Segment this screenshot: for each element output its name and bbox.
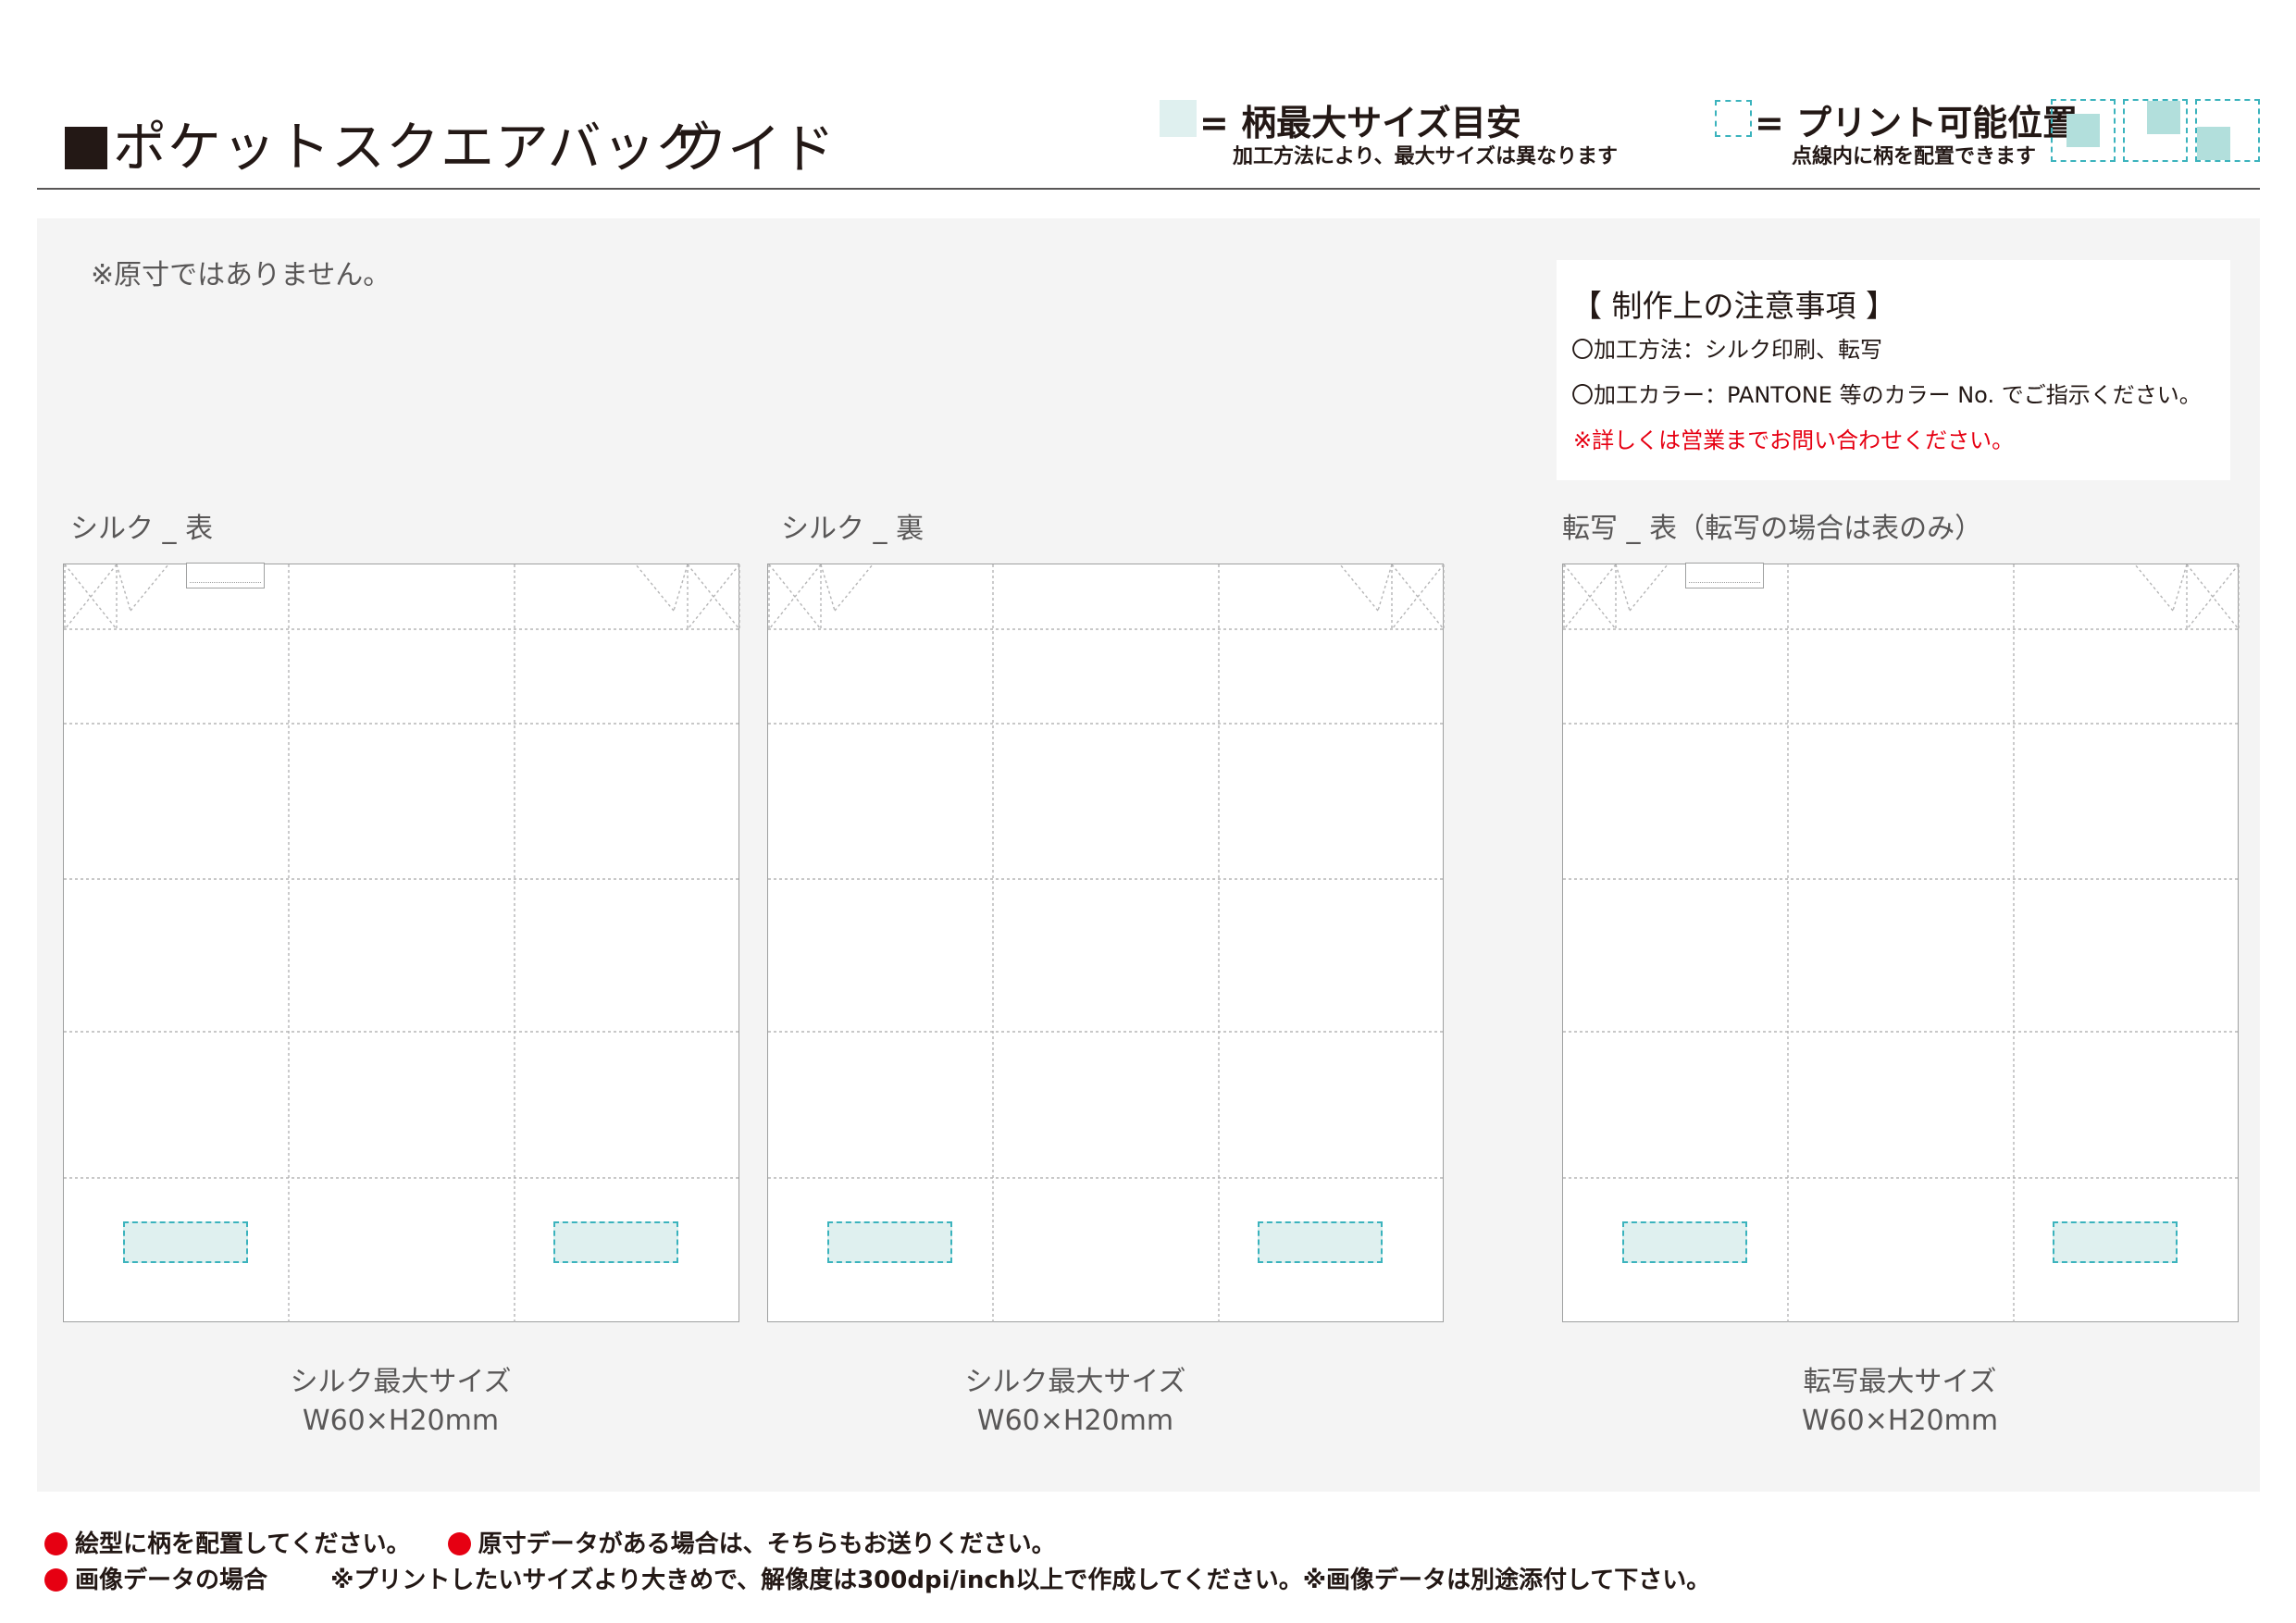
caption-size: W60×H20mm xyxy=(976,1405,1174,1437)
position-example-center-icon xyxy=(2051,99,2116,162)
legend-max-size: = 柄最大サイズ目安 xyxy=(1199,103,1521,143)
bag-grid xyxy=(64,564,740,1323)
print-area xyxy=(553,1221,678,1263)
page-title: ポケットスクエアバッグ xyxy=(65,104,712,181)
red-dot-icon xyxy=(447,1532,471,1555)
production-notes-title: 【 制作上の注意事項 】 xyxy=(1571,288,1896,324)
print-area xyxy=(2053,1221,2178,1263)
fold-line xyxy=(1377,564,1393,612)
legend-print-position: = プリント可能位置 xyxy=(1755,103,2079,143)
square-bullet-icon xyxy=(65,127,107,169)
red-dot-icon xyxy=(44,1568,68,1592)
fold-line xyxy=(1629,564,1669,612)
template-label-silk-front: シルク _ 表 xyxy=(70,513,214,545)
caption-silk-front: シルク最大サイズ W60×H20mm xyxy=(169,1363,632,1441)
footer-instruction-place: 絵型に柄を配置してください。 xyxy=(75,1530,411,1558)
fold-line xyxy=(1615,564,1631,612)
print-area xyxy=(827,1221,952,1263)
legend-print-position-note: 点線内に柄を配置できます xyxy=(1792,145,2037,168)
title-variant: ワイド xyxy=(674,118,836,180)
fold-line xyxy=(2172,564,2188,612)
caption-title: シルク最大サイズ xyxy=(964,1366,1186,1398)
fold-line xyxy=(2134,564,2174,612)
caption-title: 転写最大サイズ xyxy=(1803,1366,1997,1398)
template-label-transfer-front: 転写 _ 表（転写の場合は表のみ） xyxy=(1562,513,1983,545)
footer-image-data-label: 画像データの場合 xyxy=(75,1567,268,1594)
red-dot-icon xyxy=(44,1532,68,1555)
caption-size: W60×H20mm xyxy=(302,1405,500,1437)
fold-line xyxy=(635,564,675,612)
position-example-bottom-right-icon xyxy=(2195,99,2260,162)
fold-line xyxy=(820,564,836,612)
fold-line xyxy=(116,564,131,612)
fold-line xyxy=(130,564,169,612)
caption-silk-back: シルク最大サイズ W60×H20mm xyxy=(844,1363,1307,1441)
bag-template-silk-back xyxy=(767,564,1445,1323)
caption-size: W60×H20mm xyxy=(1801,1405,1999,1437)
bag-tab xyxy=(186,563,265,588)
notes-processing-method: 〇加工方法：シルク印刷、転写 xyxy=(1571,337,1882,363)
print-area xyxy=(1258,1221,1383,1263)
notes-processing-color: 〇加工カラー：PANTONE 等のカラー No. でご指示ください。 xyxy=(1571,382,2202,408)
bag-template-silk-front xyxy=(63,563,740,1323)
fold-line xyxy=(834,564,874,612)
title-text: ポケットスクエアバッグ xyxy=(113,116,712,179)
print-area xyxy=(123,1221,248,1263)
header-divider xyxy=(37,188,2260,190)
template-label-silk-back: シルク _ 裏 xyxy=(781,513,925,545)
bag-grid xyxy=(1563,564,2240,1323)
max-size-swatch-icon xyxy=(1160,100,1197,137)
print-position-dashed-icon xyxy=(1715,100,1752,137)
footer-instruction-original: 原寸データがある場合は、そちらもお送りください。 xyxy=(478,1530,1056,1558)
footer-line-1: 絵型に柄を配置してください。 原寸データがある場合は、そちらもお送りください。 xyxy=(44,1525,1056,1559)
fold-line xyxy=(673,564,689,612)
caption-transfer-front: 転写最大サイズ W60×H20mm xyxy=(1669,1363,2131,1441)
fold-line xyxy=(1339,564,1379,612)
scale-notice: ※原寸ではありません。 xyxy=(91,259,391,291)
notes-contact-warning: ※詳しくは営業までお問い合わせください。 xyxy=(1573,427,2015,453)
bag-grid xyxy=(768,564,1445,1323)
caption-title: シルク最大サイズ xyxy=(290,1366,512,1398)
footer-line-2: 画像データの場合 ※プリントしたいサイズより大きめで、解像度は300dpi/in… xyxy=(44,1561,1710,1595)
print-area xyxy=(1622,1221,1747,1263)
bag-template-transfer-front xyxy=(1562,563,2240,1323)
footer-image-data-note: ※プリントしたいサイズより大きめで、解像度は300dpi/inch以上で作成して… xyxy=(330,1567,1711,1594)
legend-max-size-note: 加工方法により、最大サイズは異なります xyxy=(1233,145,1619,168)
position-example-top-right-icon xyxy=(2123,99,2188,162)
bag-tab xyxy=(1685,563,1764,588)
